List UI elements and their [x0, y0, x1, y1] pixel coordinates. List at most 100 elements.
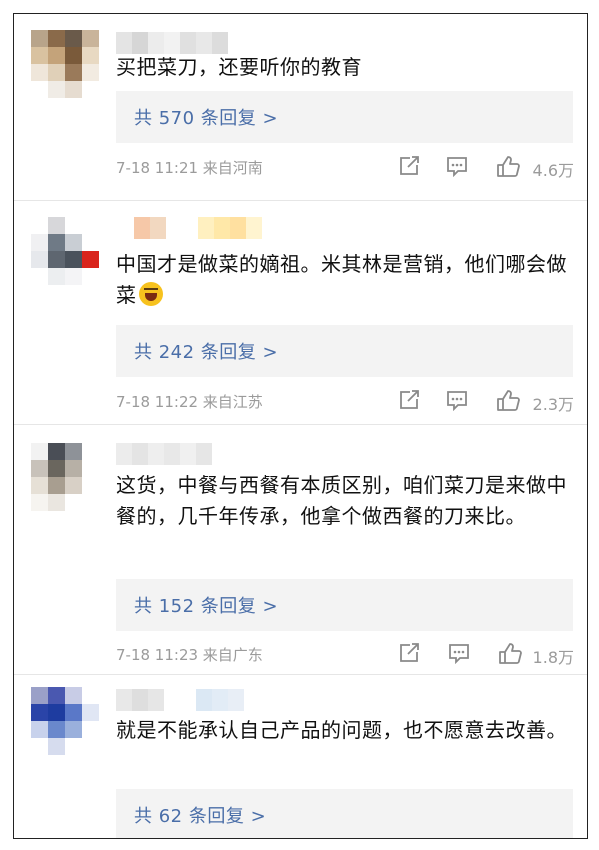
username-blurred[interactable]	[116, 443, 212, 465]
replies-link[interactable]: 共 152 条回复 >	[116, 579, 573, 631]
avatar-pixel	[31, 738, 48, 755]
username-pixel	[164, 689, 180, 711]
comment-icon[interactable]	[446, 155, 468, 178]
avatar-pixel	[82, 81, 99, 98]
avatar-pixel	[82, 477, 99, 494]
avatar-pixel	[82, 268, 99, 285]
username-pixel	[148, 443, 164, 465]
username-blurred[interactable]	[116, 689, 244, 711]
avatar[interactable]	[31, 30, 99, 98]
avatar-pixel	[82, 251, 99, 268]
avatar-pixel	[48, 217, 65, 234]
comment-meta: 7-18 11:23 来自广东 1.8万	[116, 642, 574, 667]
comment-item: 这货，中餐与西餐有本质区别，咱们菜刀是来做中餐的，几千年传承，他拿个做西餐的刀来…	[14, 425, 587, 674]
username-pixel	[196, 32, 212, 54]
replies-link[interactable]: 共 62 条回复 >	[116, 789, 573, 838]
avatar-pixel	[65, 687, 82, 704]
like-count: 4.6万	[532, 161, 574, 180]
username-blurred[interactable]	[116, 32, 228, 54]
avatar-pixel	[65, 217, 82, 234]
avatar-pixel	[31, 268, 48, 285]
avatar-pixel	[82, 234, 99, 251]
username-pixel	[148, 32, 164, 54]
like-icon[interactable]	[496, 155, 520, 177]
avatar-pixel	[65, 251, 82, 268]
avatar-pixel	[48, 64, 65, 81]
username-blurred[interactable]	[134, 217, 262, 239]
avatar-pixel	[31, 47, 48, 64]
avatar-pixel	[65, 81, 82, 98]
avatar-pixel	[31, 704, 48, 721]
avatar[interactable]	[31, 687, 99, 755]
username-pixel	[132, 443, 148, 465]
comment-list: 买把菜刀，还要听你的教育 共 570 条回复 > 7-18 11:21 来自河南…	[13, 13, 588, 839]
username-pixel	[148, 689, 164, 711]
avatar[interactable]	[31, 443, 99, 511]
username-pixel	[132, 689, 148, 711]
comment-icon[interactable]	[446, 389, 468, 412]
avatar-pixel	[31, 64, 48, 81]
share-icon[interactable]	[398, 155, 420, 177]
avatar-pixel	[82, 64, 99, 81]
comment-item: 就是不能承认自己产品的问题，也不愿意去改善。 共 62 条回复 >	[14, 675, 587, 838]
avatar-pixel	[82, 217, 99, 234]
timestamp-location: 7-18 11:22 来自江苏	[116, 393, 263, 411]
avatar-pixel	[31, 460, 48, 477]
comment-text: 买把菜刀，还要听你的教育	[116, 55, 362, 79]
username-pixel	[132, 32, 148, 54]
comment-text-content: 中国才是做菜的嫡祖。米其林是营销，他们哪会做菜	[116, 252, 567, 307]
avatar-pixel	[65, 738, 82, 755]
like-count: 1.8万	[532, 648, 574, 667]
username-pixel	[180, 32, 196, 54]
avatar-pixel	[31, 477, 48, 494]
avatar-pixel	[31, 234, 48, 251]
share-icon[interactable]	[398, 642, 420, 664]
replies-link[interactable]: 共 570 条回复 >	[116, 91, 573, 143]
share-icon[interactable]	[398, 389, 420, 411]
avatar-pixel	[48, 47, 65, 64]
avatar[interactable]	[31, 217, 99, 285]
username-pixel	[164, 443, 180, 465]
username-pixel	[180, 443, 196, 465]
avatar-pixel	[48, 494, 65, 511]
avatar-pixel	[48, 30, 65, 47]
avatar-pixel	[65, 704, 82, 721]
comment-text: 中国才是做菜的嫡祖。米其林是营销，他们哪会做菜	[116, 249, 576, 311]
avatar-pixel	[31, 443, 48, 460]
comment-icon[interactable]	[448, 642, 470, 665]
avatar-pixel	[31, 687, 48, 704]
avatar-pixel	[82, 721, 99, 738]
avatar-pixel	[82, 704, 99, 721]
username-pixel	[116, 443, 132, 465]
timestamp-location: 7-18 11:23 来自广东	[116, 646, 263, 664]
avatar-pixel	[65, 47, 82, 64]
username-pixel	[182, 217, 198, 239]
username-pixel	[212, 32, 228, 54]
like-count: 2.3万	[532, 395, 574, 414]
avatar-pixel	[31, 721, 48, 738]
username-pixel	[134, 217, 150, 239]
avatar-pixel	[65, 721, 82, 738]
avatar-pixel	[31, 251, 48, 268]
timestamp-location: 7-18 11:21 来自河南	[116, 159, 263, 177]
comment-item: 中国才是做菜的嫡祖。米其林是营销，他们哪会做菜 共 242 条回复 > 7-18…	[14, 201, 587, 424]
avatar-pixel	[82, 494, 99, 511]
avatar-pixel	[82, 460, 99, 477]
like-icon[interactable]	[498, 642, 522, 664]
avatar-pixel	[48, 443, 65, 460]
avatar-pixel	[31, 217, 48, 234]
avatar-pixel	[48, 268, 65, 285]
comment-item: 买把菜刀，还要听你的教育 共 570 条回复 > 7-18 11:21 来自河南…	[14, 14, 587, 200]
avatar-pixel	[48, 251, 65, 268]
comment-meta: 7-18 11:21 来自河南 4.6万	[116, 155, 574, 180]
replies-link[interactable]: 共 242 条回复 >	[116, 325, 573, 377]
username-pixel	[212, 689, 228, 711]
avatar-pixel	[65, 30, 82, 47]
username-pixel	[198, 217, 214, 239]
like-icon[interactable]	[496, 389, 520, 411]
username-pixel	[150, 217, 166, 239]
laughing-emoji-icon	[138, 282, 163, 306]
avatar-pixel	[48, 687, 65, 704]
avatar-pixel	[82, 30, 99, 47]
avatar-pixel	[31, 30, 48, 47]
